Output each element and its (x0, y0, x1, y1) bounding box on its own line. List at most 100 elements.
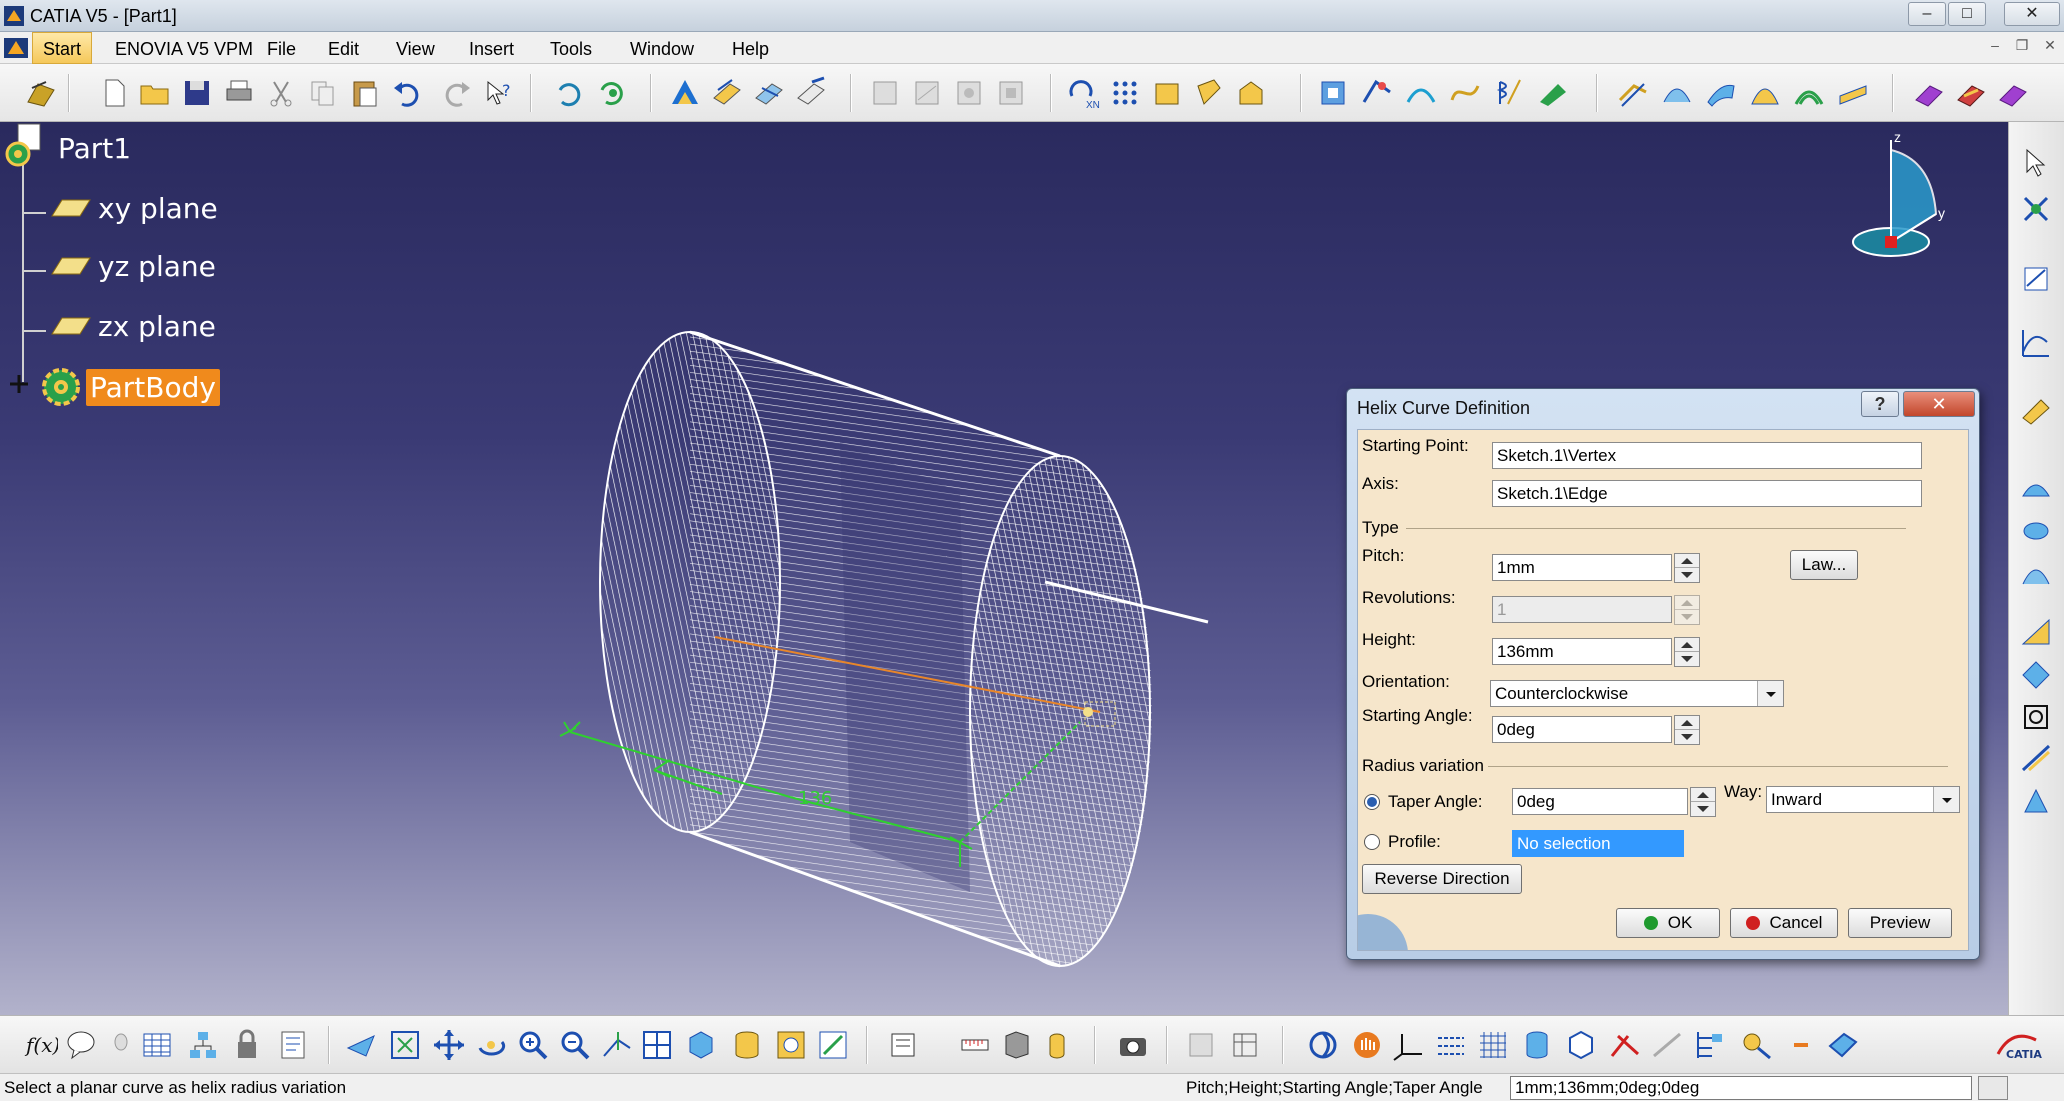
mdi-close-button[interactable]: ✕ (2040, 37, 2060, 57)
starting-angle-input[interactable]: 0deg (1492, 716, 1672, 743)
cube-icon[interactable] (1564, 1028, 1598, 1062)
wireframe-icon-5[interactable] (2019, 784, 2053, 818)
grid-icon[interactable] (1476, 1028, 1510, 1062)
spline-icon[interactable] (1448, 76, 1482, 110)
height-spinner[interactable] (1674, 637, 1700, 667)
helix-icon[interactable] (1492, 76, 1526, 110)
tree-item-yz-plane[interactable]: yz plane (46, 246, 220, 286)
curve-analysis-icon[interactable] (2019, 326, 2053, 360)
positioned-sketch-icon[interactable] (752, 76, 786, 110)
measure-between-icon[interactable] (958, 1028, 992, 1062)
shading-icon[interactable] (730, 1028, 764, 1062)
dialog-help-button[interactable]: ? (1861, 391, 1899, 417)
extrude-surface-icon[interactable] (1616, 76, 1650, 110)
menu-view[interactable]: View (396, 39, 435, 60)
hand-tool-icon[interactable] (1350, 1028, 1384, 1062)
taper-angle-radio[interactable] (1364, 794, 1380, 810)
power-copy-icon[interactable] (1150, 76, 1184, 110)
sketch-icon[interactable] (710, 76, 744, 110)
catalog-icon[interactable] (886, 1028, 920, 1062)
menu-start[interactable]: Start (32, 32, 93, 64)
close-window-button[interactable]: ✕ (2004, 2, 2060, 26)
user-feature-icon[interactable] (1192, 76, 1226, 110)
healing-icon[interactable] (1954, 76, 1988, 110)
print-icon[interactable] (222, 76, 256, 110)
untrim-icon[interactable] (1996, 76, 2030, 110)
menu-enovia[interactable]: ENOVIA V5 VPM (115, 39, 253, 60)
params-input[interactable] (1510, 1076, 1972, 1100)
measure-icon[interactable] (2019, 394, 2053, 428)
join-icon[interactable] (1912, 76, 1946, 110)
cancel-button[interactable]: Cancel (1730, 908, 1838, 938)
paste-icon[interactable] (348, 76, 382, 110)
pan-icon[interactable] (432, 1028, 466, 1062)
menu-edit[interactable]: Edit (328, 39, 359, 60)
law-button[interactable]: Law... (1790, 550, 1858, 580)
points-grid-icon[interactable] (1108, 76, 1142, 110)
light-icon[interactable] (104, 1028, 138, 1062)
capture-icon[interactable] (1116, 1028, 1150, 1062)
split-icon[interactable] (1360, 76, 1394, 110)
formula-icon[interactable]: f(x) (24, 1028, 58, 1062)
lock-icon[interactable] (230, 1028, 264, 1062)
surface-icon-1[interactable] (2019, 472, 2053, 506)
wireframe-icon-2[interactable] (2019, 658, 2053, 692)
hierarchy-icon[interactable] (186, 1028, 220, 1062)
taper-angle-input[interactable]: 0deg (1512, 788, 1688, 815)
revolve-surface-icon[interactable] (1660, 76, 1694, 110)
multi-view-icon[interactable] (640, 1028, 674, 1062)
zoom-in-icon[interactable] (516, 1028, 550, 1062)
expand-plus-icon[interactable] (4, 369, 40, 405)
taper-angle-spinner[interactable] (1690, 787, 1716, 817)
view-mode-icon[interactable] (1826, 1028, 1860, 1062)
profile-radio[interactable] (1364, 834, 1380, 850)
axis-system-icon[interactable] (1392, 1028, 1426, 1062)
menu-file[interactable]: File (267, 39, 296, 60)
cut-icon[interactable] (264, 76, 298, 110)
rotate-icon[interactable] (474, 1028, 508, 1062)
starting-angle-spinner[interactable] (1674, 715, 1700, 745)
mdi-restore-button[interactable]: ❐ (2012, 37, 2032, 57)
surface-icon-2[interactable] (2019, 514, 2053, 548)
dialog-close-button[interactable]: ✕ (1903, 391, 1975, 417)
menu-window[interactable]: Window (630, 39, 694, 60)
iso-view-icon[interactable] (684, 1028, 718, 1062)
orientation-select[interactable]: Counterclockwise (1490, 680, 1784, 707)
repetition-icon[interactable]: XN (1066, 76, 1100, 110)
chevron-down-icon[interactable] (1933, 787, 1959, 812)
tree-root-part1[interactable]: Part1 (4, 122, 135, 174)
copy-icon[interactable] (306, 76, 340, 110)
measure-item-icon[interactable] (1000, 1028, 1034, 1062)
height-input[interactable]: 136mm (1492, 638, 1672, 665)
select-trap-icon[interactable] (2019, 192, 2053, 226)
way-select[interactable]: Inward (1766, 786, 1960, 813)
minus-icon[interactable] (1784, 1028, 1818, 1062)
chevron-down-icon[interactable] (1757, 681, 1783, 706)
knowledge-icon[interactable] (64, 1028, 98, 1062)
output-feature-icon[interactable] (794, 76, 828, 110)
fly-mode-icon[interactable] (344, 1028, 378, 1062)
grayed-icon-1[interactable] (1650, 1028, 1684, 1062)
catalog-icon-2[interactable] (910, 76, 944, 110)
wireframe-icon-4[interactable] (2019, 742, 2053, 776)
compass-icon[interactable]: z y (1836, 130, 1966, 270)
undo-icon[interactable] (390, 76, 424, 110)
menu-help[interactable]: Help (732, 39, 769, 60)
axis-field[interactable]: Sketch.1\Edge (1492, 480, 1922, 507)
line-icon[interactable] (1404, 76, 1438, 110)
fill-surface-icon[interactable] (1748, 76, 1782, 110)
command-toggle-button[interactable] (1978, 1076, 2008, 1100)
tree-view-icon[interactable] (1692, 1028, 1726, 1062)
profile-field[interactable]: No selection (1512, 830, 1684, 857)
swept-icon[interactable] (1306, 1028, 1340, 1062)
reverse-direction-button[interactable]: Reverse Direction (1362, 864, 1522, 894)
pitch-spinner[interactable] (1674, 553, 1700, 583)
pitch-input[interactable]: 1mm (1492, 554, 1672, 581)
analysis-icon[interactable] (1228, 1028, 1262, 1062)
tree-item-partbody[interactable]: PartBody (4, 362, 220, 412)
grid-align-icon[interactable] (1434, 1028, 1468, 1062)
save-icon[interactable] (180, 76, 214, 110)
spiral-icon[interactable] (1536, 76, 1570, 110)
menu-tools[interactable]: Tools (550, 39, 592, 60)
preview-button[interactable]: Preview (1848, 908, 1952, 938)
